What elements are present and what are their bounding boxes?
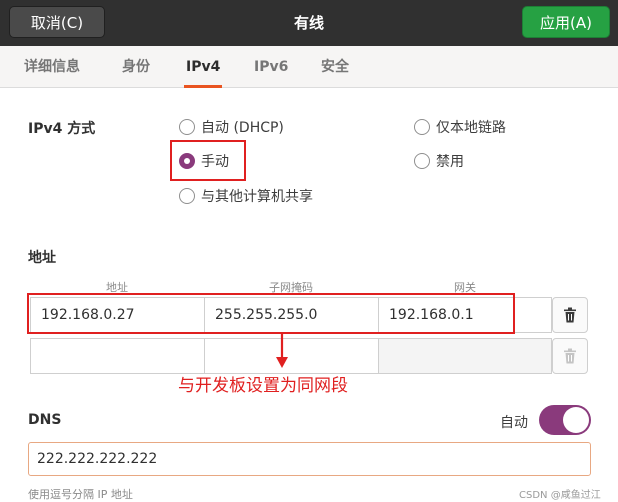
radio-button-icon: [179, 119, 195, 135]
gateway-input[interactable]: [378, 338, 552, 374]
tab-details[interactable]: 详细信息: [24, 46, 80, 88]
dns-auto-toggle[interactable]: [539, 405, 591, 435]
dns-hint: 使用逗号分隔 IP 地址: [28, 488, 133, 501]
dns-input[interactable]: 222.222.222.222: [28, 442, 591, 476]
tab-security[interactable]: 安全: [321, 46, 349, 88]
delete-row-button[interactable]: [552, 338, 588, 374]
tab-ipv4[interactable]: IPv4: [183, 46, 223, 88]
watermark: CSDN @咸鱼过江: [519, 490, 601, 501]
radio-label: 禁用: [436, 154, 464, 170]
highlight-box-manual: [170, 140, 246, 181]
radio-link-local[interactable]: 仅本地链路: [414, 116, 506, 138]
header-bar: 取消(C) 有线 应用(A): [0, 0, 618, 46]
dns-auto-label: 自动: [500, 415, 528, 431]
trash-icon: [564, 348, 576, 364]
tab-ipv6[interactable]: IPv6: [254, 46, 288, 88]
netmask-input[interactable]: [204, 338, 379, 374]
trash-icon: [564, 307, 576, 323]
radio-disabled[interactable]: 禁用: [414, 150, 464, 172]
address-section-label: 地址: [28, 250, 56, 266]
radio-auto-dhcp[interactable]: 自动 (DHCP): [179, 116, 284, 138]
ipv4-method-label: IPv4 方式: [28, 121, 96, 137]
annotation-arrow-icon: [276, 334, 288, 368]
radio-button-icon: [414, 153, 430, 169]
radio-button-icon: [179, 188, 195, 204]
toggle-knob: [563, 407, 589, 433]
radio-label: 仅本地链路: [436, 120, 506, 136]
delete-row-button[interactable]: [552, 297, 588, 333]
radio-label: 自动 (DHCP): [201, 120, 284, 136]
annotation-text: 与开发板设置为同网段: [178, 376, 348, 396]
radio-button-icon: [414, 119, 430, 135]
highlight-box-address-row: [27, 293, 515, 334]
tab-identity[interactable]: 身份: [122, 46, 150, 88]
address-input[interactable]: [30, 338, 205, 374]
radio-shared[interactable]: 与其他计算机共享: [179, 185, 313, 207]
apply-button[interactable]: 应用(A): [522, 6, 610, 38]
tab-bar: 详细信息 身份 IPv4 IPv6 安全: [0, 46, 618, 88]
radio-label: 与其他计算机共享: [201, 189, 313, 205]
dns-label: DNS: [28, 412, 62, 428]
